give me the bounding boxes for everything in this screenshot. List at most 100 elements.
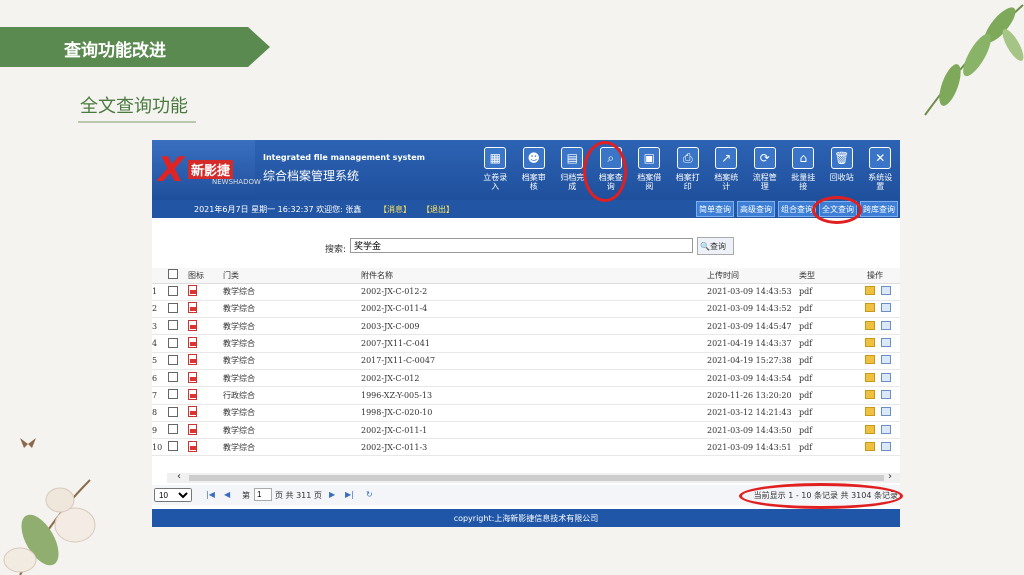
horizontal-scrollbar[interactable]: ‹ › <box>167 471 900 483</box>
row-checkbox[interactable] <box>168 285 178 296</box>
row-checkbox[interactable] <box>168 389 178 400</box>
view-detail-icon[interactable] <box>881 441 891 451</box>
row-type: pdf <box>799 352 855 370</box>
message-link[interactable]: 【消息】 <box>379 204 411 215</box>
row-type: pdf <box>799 334 855 353</box>
pdf-file-icon <box>188 406 197 418</box>
select-all-checkbox[interactable] <box>168 269 178 280</box>
row-attachment-name: 1998-JX-C-020-10 <box>361 404 707 422</box>
tool-recycle-bin[interactable]: 🗑 回收站 <box>823 145 862 201</box>
scroll-right-icon[interactable]: › <box>888 471 892 482</box>
open-folder-icon[interactable] <box>865 372 875 382</box>
row-attachment-name: 2007-JX11-C-041 <box>361 334 707 353</box>
search-button[interactable]: 🔍查询 <box>697 237 734 255</box>
row-attachment-name: 2002-JX-C-011-3 <box>361 438 707 457</box>
page-number-input[interactable] <box>254 488 272 501</box>
open-folder-icon[interactable] <box>865 424 875 434</box>
home-link-icon: ⌂ <box>792 147 815 169</box>
open-folder-icon[interactable] <box>865 286 875 296</box>
row-checkbox[interactable] <box>168 320 178 331</box>
tab-advanced-query[interactable]: 高级查询 <box>737 201 775 217</box>
tool-archive-review[interactable]: ☻ 档案审核 <box>515 145 554 201</box>
prev-page-icon[interactable]: ◀ <box>224 490 230 499</box>
row-upload-time: 2021-03-09 14:43:51 <box>707 438 799 457</box>
open-folder-icon[interactable] <box>865 355 875 365</box>
row-checkbox[interactable] <box>168 406 178 417</box>
tool-archive-entry[interactable]: ▦ 立卷录入 <box>476 145 515 201</box>
slide-banner: 查询功能改进 <box>0 27 270 67</box>
row-attachment-name: 2002-JX-C-011-1 <box>361 421 707 440</box>
open-folder-icon[interactable] <box>865 338 875 348</box>
view-detail-icon[interactable] <box>881 320 891 330</box>
search-icon: 🔍 <box>700 242 710 251</box>
open-folder-icon[interactable] <box>865 441 875 451</box>
table-row[interactable]: 8 教学综合 1998-JX-C-020-10 2021-03-12 14:21:43… <box>152 404 900 422</box>
table-row[interactable]: 6 教学综合 2002-JX-C-012 2021-03-09 14:43:54 pdf <box>152 369 900 388</box>
tool-batch-link[interactable]: ⌂ 批量挂接 <box>784 145 823 201</box>
row-attachment-name: 2002-JX-C-012-2 <box>361 283 707 301</box>
logout-link[interactable]: 【退出】 <box>422 204 454 215</box>
view-detail-icon[interactable] <box>881 338 891 348</box>
tool-archive-print[interactable]: ⎙ 档案打印 <box>669 145 708 201</box>
table-row[interactable]: 2 教学综合 2002-JX-C-011-4 2021-03-09 14:43:52 p… <box>152 300 900 319</box>
first-page-icon[interactable]: |◀ <box>206 490 215 499</box>
scrollbar-thumb[interactable] <box>189 475 884 481</box>
view-detail-icon[interactable] <box>881 389 891 399</box>
logo-text: 新影捷 <box>188 160 234 179</box>
table-row[interactable]: 7 行政综合 1996-XZ-Y-005-13 2020-11-26 13:20:20… <box>152 386 900 405</box>
row-checkbox[interactable] <box>168 337 178 348</box>
tab-crossdb-query[interactable]: 跨库查询 <box>860 201 898 217</box>
row-attachment-name: 1996-XZ-Y-005-13 <box>361 386 707 405</box>
subtitle-underline <box>78 121 196 123</box>
open-folder-icon[interactable] <box>865 389 875 399</box>
table-row[interactable]: 9 教学综合 2002-JX-C-011-1 2021-03-09 14:43:50 p… <box>152 421 900 440</box>
row-number: 10 <box>152 438 168 457</box>
row-checkbox[interactable] <box>168 441 178 452</box>
tool-workflow[interactable]: ⟳ 流程管理 <box>746 145 785 201</box>
row-type: pdf <box>799 317 855 336</box>
refresh-icon[interactable]: ↻ <box>366 490 373 499</box>
highlight-ring-record-summary <box>739 483 903 509</box>
next-page-icon[interactable]: ▶ <box>329 490 335 499</box>
table-row[interactable]: 5 教学综合 2017-JX11-C-0047 2021-04-19 15:27:38… <box>152 352 900 370</box>
view-detail-icon[interactable] <box>881 407 891 417</box>
scroll-left-icon[interactable]: ‹ <box>177 471 181 482</box>
col-category: 门类 <box>223 268 361 284</box>
row-number: 2 <box>152 300 168 319</box>
pdf-file-icon <box>188 371 197 383</box>
tab-combined-query[interactable]: 组合查询 <box>778 201 816 217</box>
view-detail-icon[interactable] <box>881 286 891 296</box>
tool-archive-stats[interactable]: ↗ 档案统计 <box>707 145 746 201</box>
page-size-select[interactable]: 10 <box>154 488 192 502</box>
view-detail-icon[interactable] <box>881 303 891 313</box>
table-row[interactable]: 10 教学综合 2002-JX-C-011-3 2021-03-09 14:43:51… <box>152 438 900 457</box>
info-bar: 2021年6月7日 星期一 16:32:37 欢迎您: 张鑫 【消息】 【退出】… <box>152 200 900 218</box>
tab-simple-query[interactable]: 简单查询 <box>696 201 734 217</box>
user-review-icon: ☻ <box>522 147 545 169</box>
last-page-icon[interactable]: ▶| <box>345 490 354 499</box>
row-attachment-name: 2002-JX-C-011-4 <box>361 300 707 319</box>
view-detail-icon[interactable] <box>881 424 891 434</box>
col-icon: 图标 <box>188 268 223 284</box>
open-folder-icon[interactable] <box>865 303 875 313</box>
col-type: 类型 <box>799 268 855 284</box>
view-detail-icon[interactable] <box>881 372 891 382</box>
chart-icon: ↗ <box>715 147 738 169</box>
row-category: 教学综合 <box>223 352 361 370</box>
search-input[interactable] <box>350 238 693 253</box>
view-detail-icon[interactable] <box>881 355 891 365</box>
tool-system-settings[interactable]: ✕ 系统设置 <box>861 145 900 201</box>
row-number: 3 <box>152 317 168 336</box>
open-folder-icon[interactable] <box>865 320 875 330</box>
row-checkbox[interactable] <box>168 424 178 435</box>
row-checkbox[interactable] <box>168 354 178 365</box>
open-folder-icon[interactable] <box>865 407 875 417</box>
row-type: pdf <box>799 438 855 457</box>
app-logo: X 新影捷 NEWSHADOW <box>152 140 261 200</box>
table-row[interactable]: 1 教学综合 2002-JX-C-012-2 2021-03-09 14:43:53 p… <box>152 283 900 301</box>
table-row[interactable]: 4 教学综合 2007-JX11-C-041 2021-04-19 14:43:37 p… <box>152 334 900 353</box>
row-checkbox[interactable] <box>168 302 178 313</box>
table-row[interactable]: 3 教学综合 2003-JX-C-009 2021-03-09 14:45:47 pdf <box>152 317 900 336</box>
tool-archive-borrow[interactable]: ▣ 档案借阅 <box>630 145 669 201</box>
row-checkbox[interactable] <box>168 372 178 383</box>
